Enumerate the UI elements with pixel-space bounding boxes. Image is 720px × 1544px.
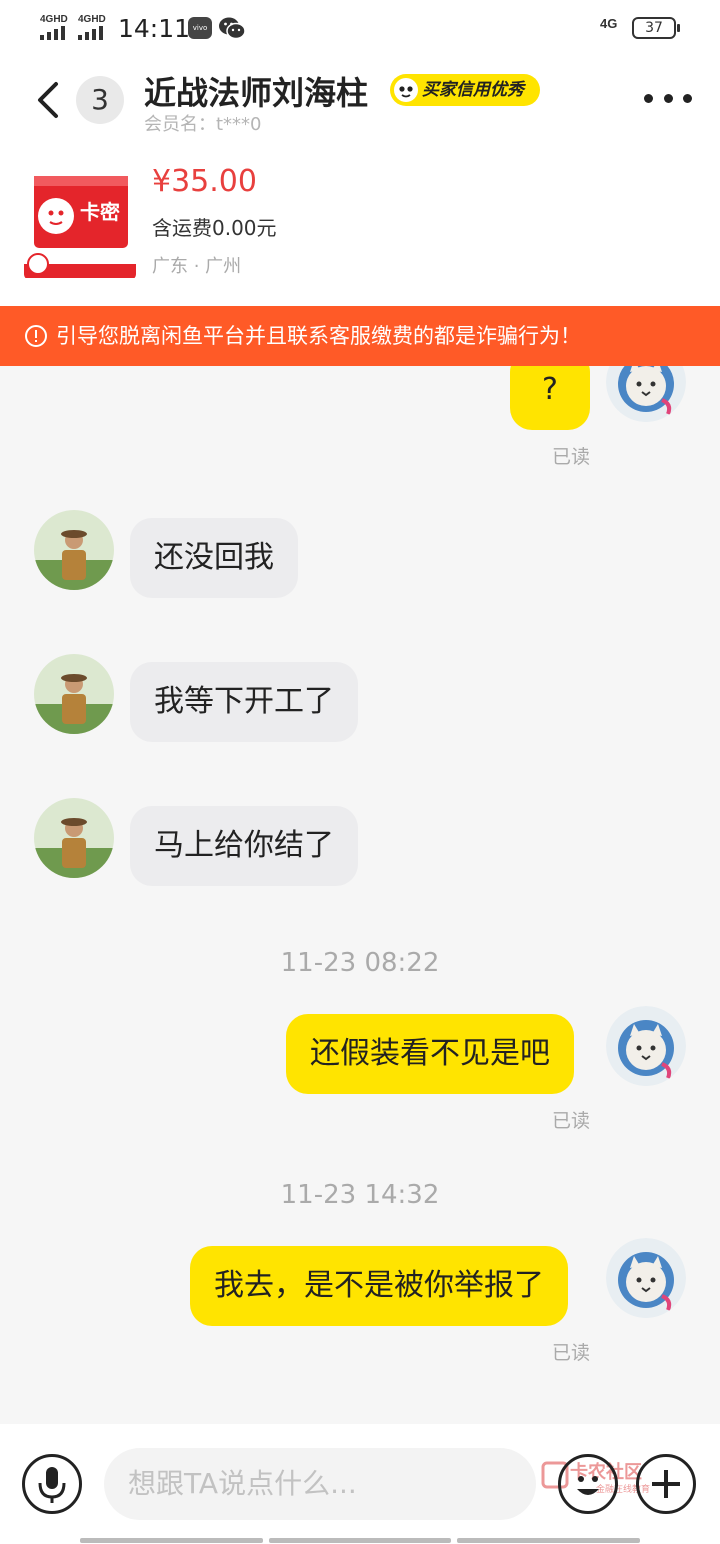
- battery-icon: 37: [632, 17, 680, 39]
- product-thumbnail[interactable]: 卡密: [24, 168, 136, 280]
- my-message-bubble[interactable]: 还假装看不见是吧: [286, 1014, 574, 1094]
- read-status: 已读: [552, 1110, 591, 1132]
- signal-strength-icon: 4GHD: [40, 14, 74, 40]
- microphone-icon[interactable]: [22, 1454, 82, 1514]
- product-price: ¥35.00: [152, 164, 257, 199]
- message-timestamp: 11-23 08:22: [280, 948, 440, 978]
- warning-text: 引导您脱离闲鱼平台并且联系客服缴费的都是诈骗行为！: [56, 324, 581, 348]
- message-timestamp: 11-23 14:32: [280, 1180, 440, 1210]
- cat-astronaut-avatar: [606, 366, 686, 422]
- my-avatar[interactable]: [606, 1006, 686, 1086]
- chat-header: 3 近战法师刘海柱 买家信用优秀 会员名：t***0 卡密 ¥35.00 含运费…: [0, 56, 720, 306]
- cat-astronaut-avatar: [606, 1238, 686, 1318]
- vivo-app-icon: vivo: [188, 17, 212, 39]
- signal-label: 4GHD: [40, 14, 68, 25]
- my-avatar[interactable]: [606, 1238, 686, 1318]
- member-name: 会员名：t***0: [144, 114, 262, 135]
- status-bar: 4GHD 4GHD 14:11 vivo 4G 37: [0, 0, 720, 56]
- person-photo-avatar: [34, 510, 114, 590]
- my-message-bubble[interactable]: ?: [510, 366, 590, 430]
- peer-message-bubble[interactable]: 还没回我: [130, 518, 298, 598]
- back-arrow-icon[interactable]: [30, 80, 70, 120]
- peer-message-bubble[interactable]: 我等下开工了: [130, 662, 358, 742]
- microphone-glyph: [38, 1467, 66, 1503]
- person-photo-avatar: [34, 798, 114, 878]
- signal-strength-icon: 4GHD: [78, 14, 112, 40]
- fish-mascot-icon: [394, 78, 418, 102]
- peer-avatar[interactable]: [34, 798, 114, 878]
- message-input[interactable]: 想跟TA说点什么...: [104, 1448, 536, 1520]
- message-list[interactable]: ? 已读 还没回我 我等下开工了 马上给你结了 11-23 08:22 还假装看…: [0, 366, 720, 1424]
- clock: 14:11: [118, 14, 191, 43]
- smiley-glyph: [577, 1476, 599, 1495]
- seller-location: 广东 · 广州: [152, 256, 242, 277]
- add-attachment-icon[interactable]: [636, 1454, 696, 1514]
- network-type: 4G: [600, 16, 618, 31]
- credit-badge: 买家信用优秀: [390, 74, 540, 106]
- message-input-bar: 想跟TA说点什么... 卡农社区 金融在线教育: [0, 1424, 720, 1544]
- peer-avatar[interactable]: [34, 510, 114, 590]
- card-image-text: 卡密: [80, 200, 120, 224]
- peer-avatar[interactable]: [34, 654, 114, 734]
- my-message-bubble[interactable]: 我去，是不是被你举报了: [190, 1246, 568, 1326]
- peer-message-bubble[interactable]: 马上给你结了: [130, 806, 358, 886]
- wechat-icon: [219, 17, 246, 40]
- unread-count-badge[interactable]: 3: [76, 76, 124, 124]
- alert-icon: [25, 325, 47, 347]
- signal-label: 4GHD: [78, 14, 106, 25]
- shipping-fee: 含运费0.00元: [152, 216, 277, 240]
- fraud-warning-banner: 引导您脱离闲鱼平台并且联系客服缴费的都是诈骗行为！: [0, 306, 720, 366]
- emoji-icon[interactable]: [558, 1454, 618, 1514]
- person-photo-avatar: [34, 654, 114, 734]
- my-avatar[interactable]: [606, 366, 686, 422]
- read-status: 已读: [552, 1342, 591, 1364]
- more-options-icon[interactable]: [644, 86, 692, 110]
- read-status: 已读: [552, 446, 591, 468]
- credit-badge-label: 买家信用优秀: [422, 80, 524, 100]
- chat-title: 近战法师刘海柱: [144, 74, 369, 112]
- home-indicator: [80, 1538, 641, 1543]
- cat-astronaut-avatar: [606, 1006, 686, 1086]
